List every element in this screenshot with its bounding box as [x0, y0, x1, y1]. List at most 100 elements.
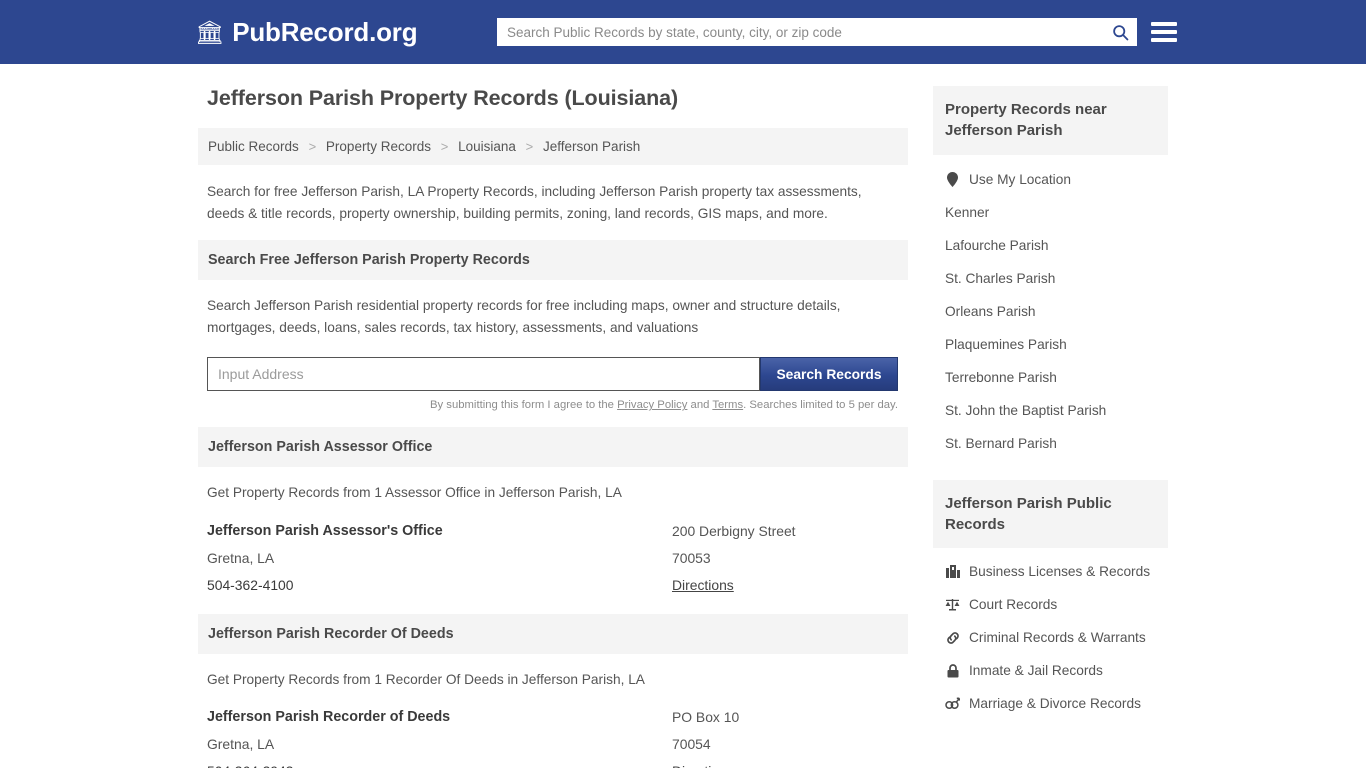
- sidebar-item-label: Criminal Records & Warrants: [969, 630, 1146, 646]
- sidebar-item-label: St. John the Baptist Parish: [945, 402, 1107, 418]
- intro-paragraph: Search for free Jefferson Parish, LA Pro…: [207, 184, 862, 222]
- sidebar-item-label: Orleans Parish: [945, 303, 1036, 319]
- briefcase-icon: [945, 565, 960, 579]
- sidebar-item-business-licenses-records[interactable]: Business Licenses & Records: [933, 555, 1168, 588]
- privacy-policy-link[interactable]: Privacy Policy: [617, 399, 687, 411]
- sidebar-item-label: Court Records: [969, 597, 1058, 613]
- legal-and: and: [687, 399, 713, 412]
- office-directions: Directions: [672, 577, 898, 593]
- assessor-office-body: Get Property Records from 1 Assessor Off…: [198, 467, 908, 504]
- recorder-of-deeds-body: Get Property Records from 1 Recorder Of …: [198, 654, 908, 691]
- site-header: 🏛 PubRecord.org: [0, 0, 1366, 64]
- sidebar-item-label: Kenner: [945, 204, 990, 220]
- sidebar-item-use-my-location[interactable]: Use My Location: [933, 163, 1168, 196]
- hamburger-bar: [1151, 22, 1177, 26]
- address-search-form: Search Records: [207, 357, 898, 392]
- sidebar-item-st-bernard-parish[interactable]: St. Bernard Parish: [933, 427, 1168, 460]
- main-content: Jefferson Parish Property Records (Louis…: [198, 86, 923, 768]
- search-section-body: Search Jefferson Parish residential prop…: [198, 280, 908, 411]
- sidebar-item-label: St. Charles Parish: [945, 270, 1056, 286]
- assessor-office-description: Get Property Records from 1 Assessor Off…: [207, 485, 622, 501]
- hamburger-menu-icon[interactable]: [1151, 19, 1177, 45]
- search-records-button[interactable]: Search Records: [760, 357, 898, 392]
- search-icon-button[interactable]: [1103, 18, 1137, 46]
- page-title: Jefferson Parish Property Records (Louis…: [207, 86, 679, 110]
- breadcrumb-separator: >: [525, 139, 534, 154]
- office-address: 200 Derbigny Street: [672, 522, 796, 539]
- gender-symbols-icon: [945, 697, 960, 710]
- search-icon: [1112, 24, 1128, 40]
- sidebar-item-st-charles-parish[interactable]: St. Charles Parish: [933, 262, 1168, 295]
- sidebar-item-criminal-records-warrants[interactable]: Criminal Records & Warrants: [933, 621, 1168, 654]
- site-logo[interactable]: 🏛 PubRecord.org: [195, 16, 418, 48]
- sidebar-item-plaquemines-parish[interactable]: Plaquemines Parish: [933, 328, 1168, 361]
- office-right-column: 200 Derbigny Street 70053 Directions: [672, 523, 898, 604]
- brand-name: PubRecord.org: [232, 16, 418, 47]
- search-section-heading: Search Free Jefferson Parish Property Re…: [198, 239, 908, 280]
- breadcrumb-item-public-records[interactable]: Public Records: [208, 139, 299, 154]
- header-search-box[interactable]: [497, 18, 1137, 46]
- directions-link[interactable]: Directions: [672, 577, 734, 593]
- bank-building-icon: 🏛: [195, 18, 225, 45]
- office-zip: 70053: [672, 549, 711, 566]
- sidebar-item-label: Business Licenses & Records: [969, 564, 1151, 580]
- page-body: Jefferson Parish Property Records (Louis…: [0, 64, 1366, 768]
- sidebar-item-label: Use My Location: [969, 171, 1071, 187]
- terms-link[interactable]: Terms: [712, 399, 743, 411]
- chain-link-icon: [945, 631, 960, 645]
- office-listing: Jefferson Parish Recorder of Deeds Gretn…: [198, 709, 908, 768]
- sidebar-item-label: Plaquemines Parish: [945, 336, 1067, 352]
- office-address: PO Box 10: [672, 708, 740, 725]
- hamburger-bar: [1151, 38, 1177, 42]
- breadcrumb-item-jefferson-parish[interactable]: Jefferson Parish: [543, 139, 640, 154]
- office-phone: 504-364-2943: [207, 763, 672, 768]
- legal-disclaimer: By submitting this form I agree to the P…: [207, 399, 898, 411]
- header-search-input[interactable]: [497, 19, 1103, 45]
- hamburger-bar: [1151, 30, 1177, 34]
- sidebar-item-label: Terrebonne Parish: [945, 369, 1057, 385]
- legal-prefix: By submitting this form I agree to the: [429, 399, 618, 412]
- address-search-input[interactable]: [207, 357, 760, 392]
- breadcrumb: Public Records > Property Records > Loui…: [198, 128, 908, 165]
- sidebar-item-court-records[interactable]: Court Records: [933, 588, 1168, 621]
- office-listing: Jefferson Parish Assessor's Office Gretn…: [198, 523, 908, 614]
- office-left-column: Jefferson Parish Recorder of Deeds Gretn…: [207, 709, 672, 768]
- sidebar-public-records-list: Business Licenses & Records Court Record…: [933, 548, 1168, 724]
- office-directions: Directions: [672, 763, 898, 768]
- office-name: Jefferson Parish Recorder of Deeds: [207, 708, 451, 725]
- breadcrumb-item-louisiana[interactable]: Louisiana: [458, 139, 516, 154]
- sidebar-item-kenner[interactable]: Kenner: [933, 196, 1168, 229]
- breadcrumb-item-property-records[interactable]: Property Records: [326, 139, 431, 154]
- office-name: Jefferson Parish Assessor's Office: [207, 522, 443, 539]
- padlock-icon: [945, 663, 960, 678]
- sidebar-item-lafourche-parish[interactable]: Lafourche Parish: [933, 229, 1168, 262]
- sidebar-item-inmate-jail-records[interactable]: Inmate & Jail Records: [933, 654, 1168, 687]
- sidebar: Property Records near Jefferson Parish U…: [923, 86, 1168, 768]
- map-pin-icon: [945, 171, 960, 187]
- office-phone: 504-362-4100: [207, 576, 294, 593]
- assessor-office-heading: Jefferson Parish Assessor Office: [198, 427, 908, 468]
- office-left-column: Jefferson Parish Assessor's Office Gretn…: [207, 523, 672, 604]
- scales-of-justice-icon: [945, 598, 960, 611]
- sidebar-item-label: Inmate & Jail Records: [969, 663, 1103, 679]
- sidebar-item-label: Marriage & Divorce Records: [969, 696, 1141, 712]
- breadcrumb-separator: >: [308, 139, 317, 154]
- office-right-column: PO Box 10 70054 Directions: [672, 709, 898, 768]
- directions-link[interactable]: Directions: [672, 763, 734, 768]
- sidebar-item-st-john-the-baptist-parish[interactable]: St. John the Baptist Parish: [933, 394, 1168, 427]
- sidebar-nearby-heading: Property Records near Jefferson Parish: [933, 86, 1168, 155]
- sidebar-item-label: St. Bernard Parish: [945, 435, 1057, 451]
- recorder-of-deeds-heading: Jefferson Parish Recorder Of Deeds: [198, 613, 908, 654]
- search-section-description: Search Jefferson Parish residential prop…: [207, 297, 841, 335]
- sidebar-item-terrebonne-parish[interactable]: Terrebonne Parish: [933, 361, 1168, 394]
- office-city: Gretna, LA: [207, 735, 275, 752]
- sidebar-item-label: Lafourche Parish: [945, 237, 1049, 253]
- sidebar-nearby-list: Use My Location Kenner Lafourche Parish …: [933, 155, 1168, 464]
- sidebar-item-orleans-parish[interactable]: Orleans Parish: [933, 295, 1168, 328]
- office-city: Gretna, LA: [207, 549, 275, 566]
- sidebar-public-records-heading: Jefferson Parish Public Records: [933, 479, 1168, 549]
- breadcrumb-separator: >: [440, 139, 449, 154]
- sidebar-public-records-block: Jefferson Parish Public Records Business…: [933, 479, 1168, 725]
- sidebar-item-marriage-divorce-records[interactable]: Marriage & Divorce Records: [933, 687, 1168, 720]
- legal-suffix: . Searches limited to 5 per day.: [743, 399, 898, 412]
